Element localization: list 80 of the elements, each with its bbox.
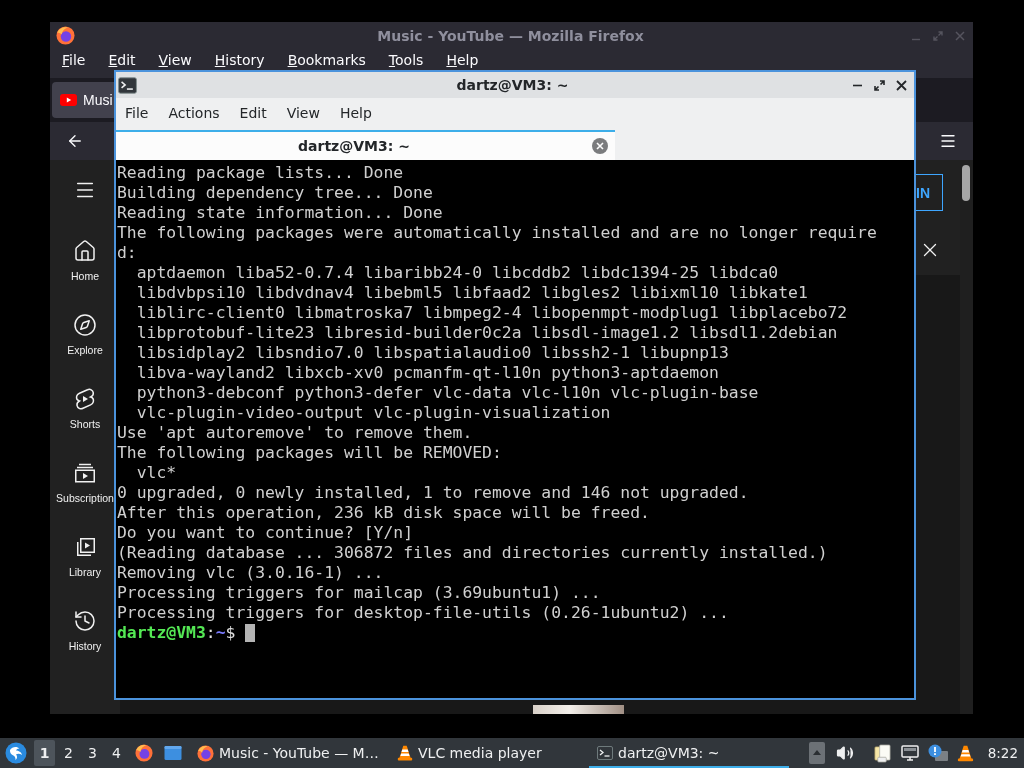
menu-item[interactable]: Tools — [388, 52, 424, 69]
menu-item[interactable]: Help — [339, 105, 372, 121]
output-line: python3-debconf python3-defer vlc-data vlc-l10n vlc-plugin-base — [136, 383, 759, 403]
menu-icon[interactable] — [939, 132, 957, 150]
output-line: libdvbpsi10 libdvdnav4 libebml5 libfaad2 libgles2 libixml10 libkate1 — [136, 283, 808, 303]
taskbar-task[interactable]: dartz@VM3: ~ — [589, 738, 789, 768]
globe-logo-icon — [56, 26, 75, 45]
maximize-icon[interactable] — [874, 79, 885, 91]
output-line: liblirc-client0 libmatroska7 libmpeg2-4 libopenmpt-modplug1 libplacebo72 — [136, 303, 848, 323]
output-line: After this operation, 236 kB disk space will be freed. — [117, 503, 650, 523]
workspace-button[interactable]: 2 — [58, 740, 79, 766]
stacked-play-icon — [73, 461, 97, 485]
ribbon-play-icon — [73, 387, 97, 411]
output-line: d: — [117, 243, 137, 263]
output-line: Removing vlc (3.0.16-1) ... — [117, 563, 384, 583]
globe-logo-icon[interactable] — [135, 744, 153, 762]
sidebar-item[interactable]: History — [50, 590, 114, 664]
output-line: libsidplay2 libsndio7.0 libspatialaudio0 libssh2-1 libupnp13 — [136, 343, 729, 363]
swirl-logo-icon[interactable] — [5, 742, 27, 764]
workspace-button[interactable]: 4 — [106, 740, 127, 766]
terminal-icon — [118, 75, 137, 95]
scrollbar-thumb[interactable] — [962, 165, 970, 201]
output-line: libprotobuf-lite23 libresid-builder0c2a libsdl-image1.2 libsdl1.2debian — [136, 323, 838, 343]
tray-expand-icon[interactable] — [808, 742, 825, 764]
output-line: Reading package lists... Done — [117, 163, 404, 183]
terminal-icon — [597, 745, 613, 761]
output-line: vlc-plugin-video-output vlc-plugin-visualization — [136, 403, 611, 423]
output-line: 0 upgraded, 0 newly installed, 1 to remove and 146 not upgraded. — [117, 483, 749, 503]
close-icon[interactable] — [896, 79, 907, 91]
window-title: dartz@VM3: ~ — [456, 77, 569, 93]
output-line: Processing triggers for desktop-file-utils (0.26-1ubuntu2) ... — [117, 603, 729, 623]
output-line: The following packages will be REMOVED: — [117, 443, 502, 463]
speaker-icon[interactable] — [835, 744, 854, 762]
output-line: Processing triggers for mailcap (3.69ubuntu1) ... — [117, 583, 601, 603]
window-title: Music - YouTube — Mozilla Firefox — [377, 27, 644, 44]
compass-icon — [73, 313, 97, 337]
output-line: Use 'apt autoremove' to remove them. — [117, 423, 473, 443]
output-line: (Reading database ... 306872 files and directories currently installed.) — [117, 543, 828, 563]
terminal-tab[interactable]: dartz@VM3: ~ — [116, 130, 615, 160]
browser-tab[interactable]: Musi — [52, 82, 114, 118]
output-line: The following packages were automatically installed and are no longer require — [117, 223, 877, 243]
output-line: Building dependency tree... Done — [117, 183, 433, 203]
traffic-cone-icon — [397, 745, 413, 761]
workspace-button[interactable]: 3 — [82, 740, 103, 766]
menu-item[interactable]: View — [158, 52, 192, 69]
play-logo-icon — [60, 94, 77, 106]
screen-icon[interactable] — [164, 744, 182, 762]
menu-item[interactable]: Edit — [108, 52, 136, 69]
taskbar-task[interactable]: Music - YouTube — M… — [189, 738, 389, 768]
close-tab-icon[interactable] — [592, 138, 608, 154]
sidebar-item[interactable]: Subscription — [50, 442, 114, 516]
menu-item[interactable]: File — [125, 105, 149, 121]
globe-logo-icon — [197, 744, 214, 762]
menu-item[interactable]: Bookmarks — [287, 52, 366, 69]
monitor-icon[interactable] — [900, 745, 919, 761]
output-line: Reading state information... Done — [117, 203, 443, 223]
sidebar-item[interactable]: Library — [50, 516, 114, 590]
sidebar-item[interactable]: Explore — [50, 294, 114, 368]
taskbar-task[interactable]: VLC media player — [389, 738, 589, 768]
output-line: libva-wayland2 libxcb-xv0 pcmanfm-qt-l10n python3-aptdaemon — [136, 363, 719, 383]
menu-item[interactable]: Help — [446, 52, 479, 69]
shell-prompt: dartz@VM3:~$ — [117, 623, 236, 643]
clock: 8:22 — [987, 745, 1018, 761]
menu-item[interactable]: View — [286, 105, 320, 121]
menu-item[interactable]: History — [214, 52, 265, 69]
sidebar-item[interactable]: Shorts — [50, 368, 114, 442]
output-line: vlc* — [136, 463, 177, 483]
sidebar-item[interactable]: Home — [50, 220, 114, 294]
history-icon — [73, 609, 97, 633]
workspace-button[interactable]: 1 — [34, 740, 55, 766]
output-line: Do you want to continue? [Y/n] — [117, 523, 414, 543]
traffic-cone-icon[interactable] — [956, 744, 974, 762]
menu-item[interactable]: File — [62, 52, 86, 69]
alert-icon[interactable] — [927, 744, 948, 762]
menu-item[interactable]: Edit — [239, 105, 267, 121]
output-line: aptdaemon liba52-0.7.4 libaribb24-0 libcddb2 libdc1394-25 libdca0 — [136, 263, 779, 283]
house-icon — [73, 239, 97, 263]
menu-item[interactable]: Actions — [168, 105, 220, 121]
text-cursor — [245, 624, 256, 642]
documents-icon[interactable] — [873, 743, 891, 763]
